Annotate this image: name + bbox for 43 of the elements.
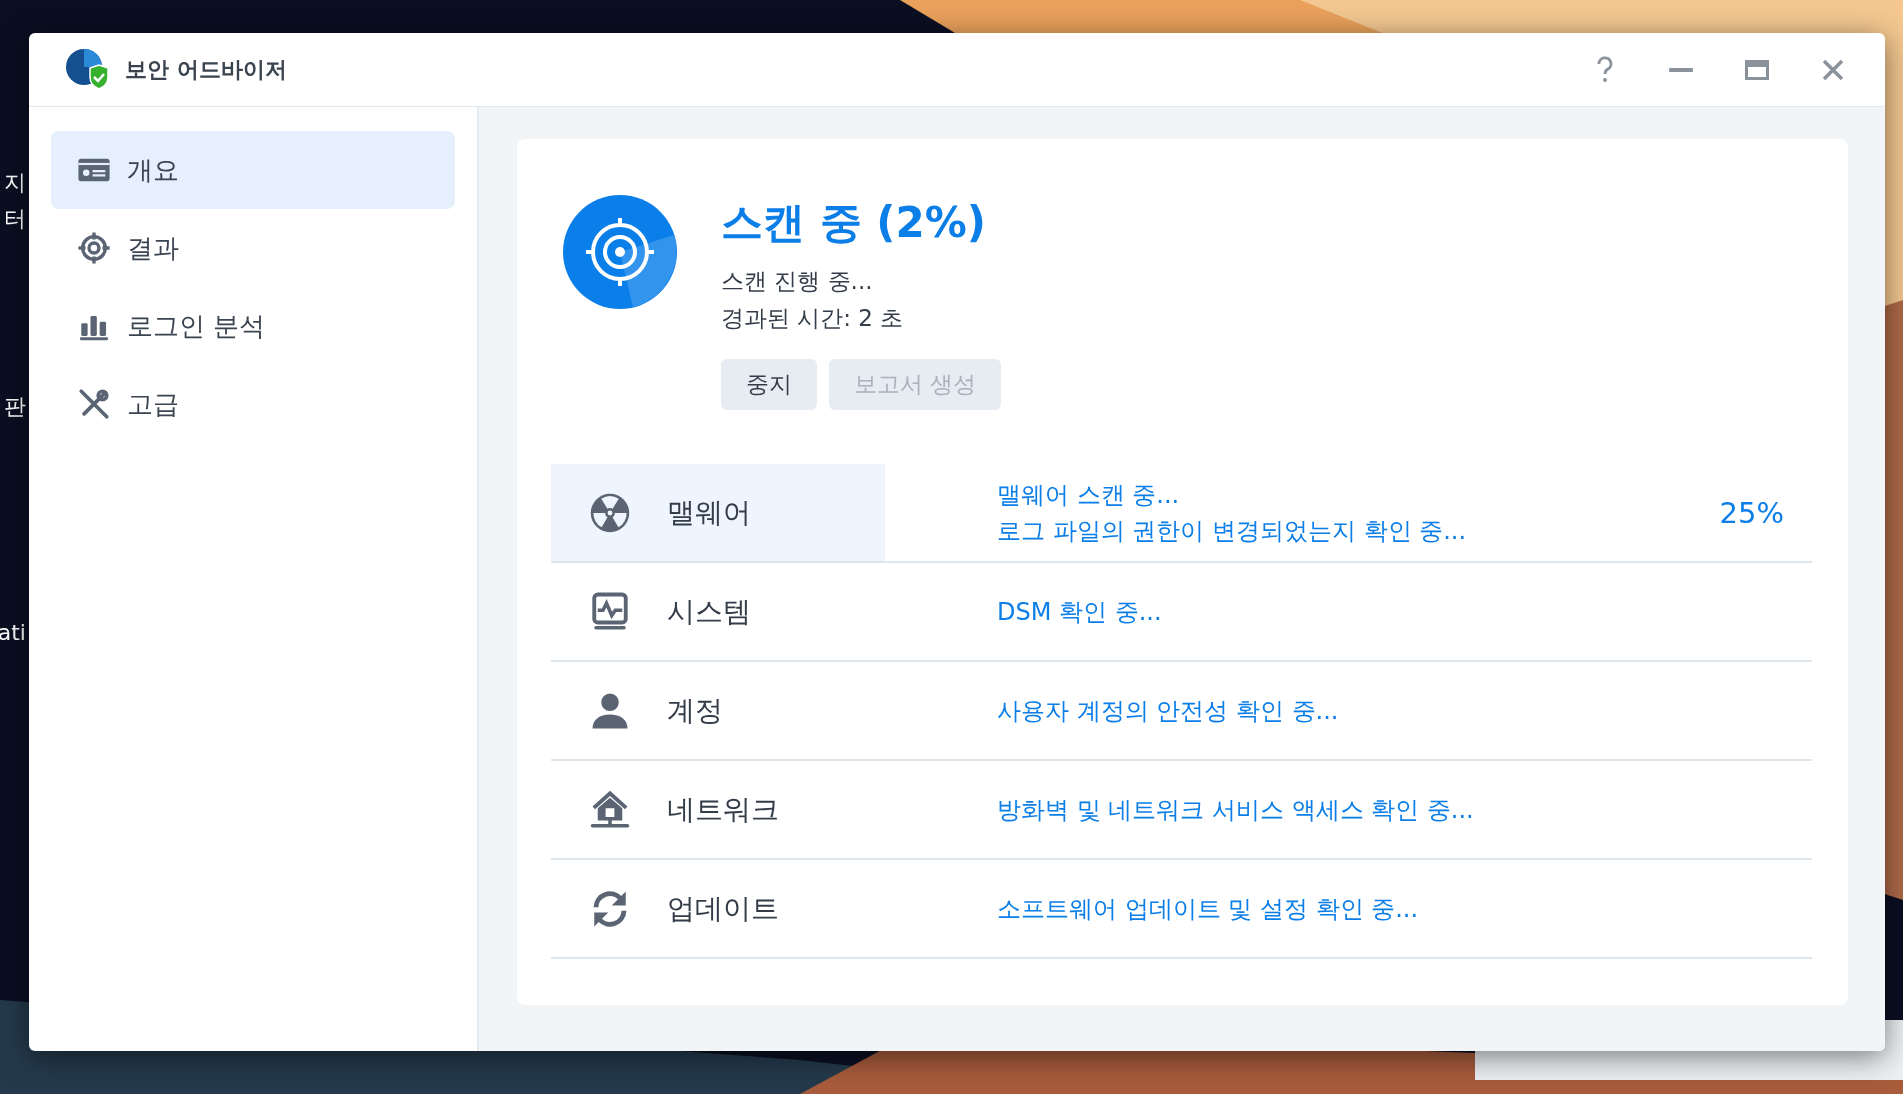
check-category-name: 업데이트 xyxy=(667,890,779,927)
minimize-icon xyxy=(1669,67,1693,72)
check-category-cell[interactable]: 계정 xyxy=(551,662,885,759)
check-status-text: 로그 파일의 권한이 변경되었는지 확인 중... xyxy=(997,515,1468,547)
check-category-name: 네트워크 xyxy=(667,791,779,828)
check-status-text: 방화벽 및 네트워크 서비스 액세스 확인 중... xyxy=(997,794,1475,826)
desktop-icon-label: 터 xyxy=(4,205,26,233)
sidebar-item[interactable]: 결과 xyxy=(51,209,455,287)
check-category-cell[interactable]: 네트워크 xyxy=(551,761,885,858)
stop-button[interactable]: 중지 xyxy=(721,359,817,410)
check-category-cell[interactable]: 맬웨어 xyxy=(551,464,885,561)
desktop-icon-label: 지 xyxy=(4,169,26,197)
scan-status-text: 스캔 진행 중... xyxy=(721,267,874,296)
sidebar-item-label: 개요 xyxy=(127,153,179,187)
check-category-name: 계정 xyxy=(667,692,723,729)
check-category-cell[interactable]: 시스템 xyxy=(551,563,885,660)
check-progress-percent: 25% xyxy=(1719,495,1785,530)
scan-status-text: 경과된 시간: 2 초 xyxy=(721,304,905,333)
sidebar-item-label: 로그인 분석 xyxy=(127,309,266,343)
radiation-icon xyxy=(589,491,631,534)
check-status-text: 소프트웨어 업데이트 및 설정 확인 중... xyxy=(997,893,1420,925)
check-status-text: 사용자 계정의 안전성 확인 중... xyxy=(997,695,1340,727)
monitor-icon xyxy=(589,590,631,633)
target-icon xyxy=(563,195,677,309)
maximize-icon xyxy=(1745,59,1769,80)
check-category-name: 맬웨어 xyxy=(667,494,751,531)
check-status-text: 맬웨어 스캔 중... xyxy=(997,479,1181,511)
scan-status-title: 스캔 중 (2%) xyxy=(721,197,987,249)
desktop-icon-label: ati xyxy=(0,620,26,645)
home-network-icon xyxy=(589,788,631,831)
close-icon xyxy=(1822,58,1844,81)
check-category-name: 시스템 xyxy=(667,593,751,630)
check-status-text: DSM 확인 중... xyxy=(997,596,1163,628)
desktop-icon-label: 판 xyxy=(4,393,26,421)
window-title: 보안 어드바이저 xyxy=(125,55,288,84)
check-category-cell[interactable]: 업데이트 xyxy=(551,860,885,957)
sidebar-item[interactable]: 개요 xyxy=(51,131,455,209)
tools-icon xyxy=(77,387,111,421)
sidebar-item[interactable]: 고급 xyxy=(51,365,455,443)
sidebar-item-label: 결과 xyxy=(127,231,179,265)
sidebar-item[interactable]: 로그인 분석 xyxy=(51,287,455,365)
crosshair-icon xyxy=(77,231,111,265)
sidebar-item-label: 고급 xyxy=(127,387,179,421)
